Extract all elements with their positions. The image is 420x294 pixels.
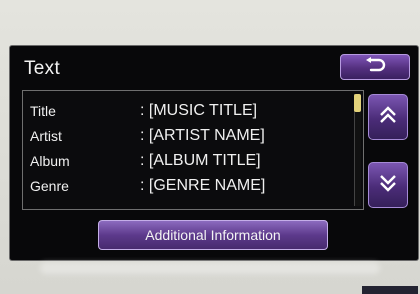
image-code-tag: [362, 286, 418, 294]
scrollbar-thumb[interactable]: [354, 94, 361, 112]
info-row-genre: Genre : [GENRE NAME]: [30, 176, 350, 196]
additional-information-button[interactable]: Additional Information: [98, 220, 328, 250]
additional-information-label: Additional Information: [145, 227, 281, 243]
info-label: Album: [30, 153, 70, 169]
info-row-artist: Artist : [ARTIST NAME]: [30, 126, 350, 146]
info-row-title: Title : [MUSIC TITLE]: [30, 101, 350, 121]
scroll-up-button[interactable]: [368, 94, 408, 140]
double-chevron-up-icon: [378, 104, 398, 131]
info-label: Title: [30, 103, 56, 119]
info-value: : [GENRE NAME]: [140, 177, 266, 194]
info-label: Artist: [30, 128, 62, 144]
double-chevron-down-icon: [378, 172, 398, 199]
screen-title: Text: [24, 58, 61, 79]
scroll-down-button[interactable]: [368, 162, 408, 208]
info-value: : [ARTIST NAME]: [140, 127, 265, 144]
info-value: : [MUSIC TITLE]: [140, 102, 258, 119]
return-arrow-icon: [362, 56, 388, 78]
info-row-album: Album : [ALBUM TITLE]: [30, 151, 350, 171]
info-label: Genre: [30, 178, 69, 194]
screen-reflection: [40, 262, 380, 274]
info-value: : [ALBUM TITLE]: [140, 152, 261, 169]
back-button[interactable]: [340, 54, 410, 80]
